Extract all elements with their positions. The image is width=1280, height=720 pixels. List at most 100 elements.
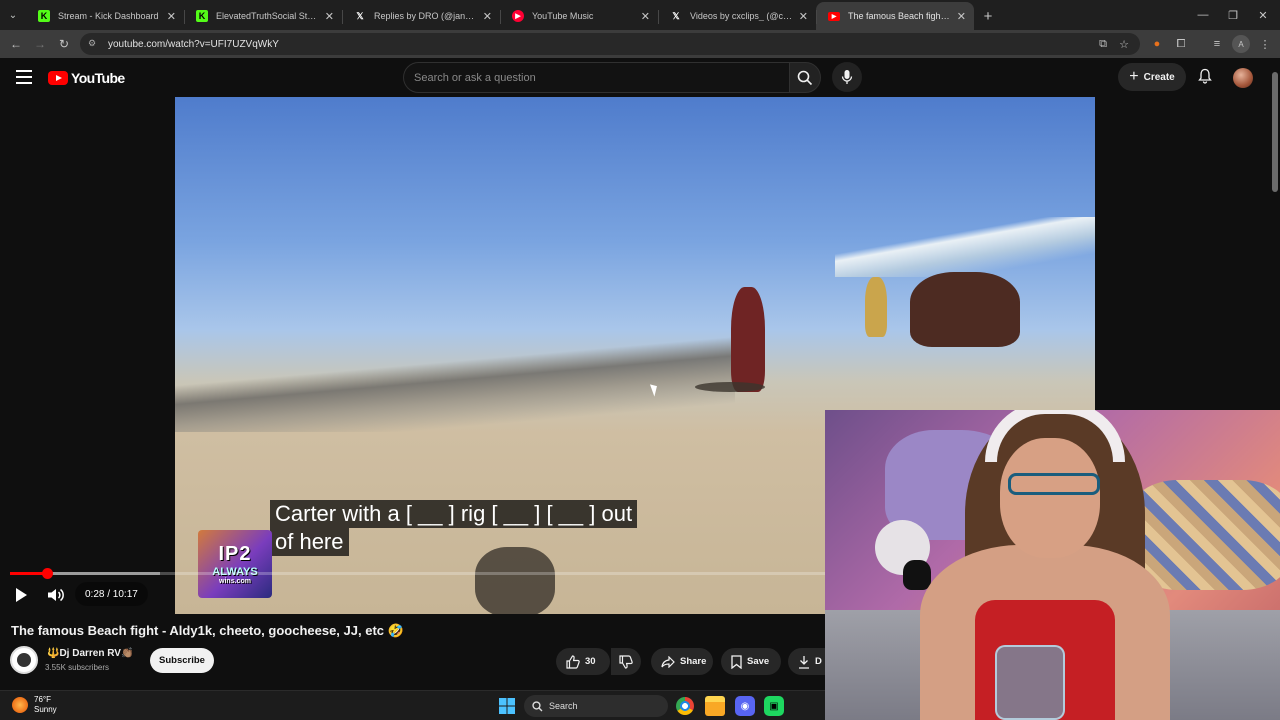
save-button[interactable]: Save bbox=[721, 648, 781, 675]
install-app-icon[interactable]: ⧉ bbox=[1094, 35, 1112, 53]
search-placeholder: Search or ask a question bbox=[414, 71, 536, 84]
weather-condition: Sunny bbox=[34, 705, 57, 714]
youtube-logo[interactable]: YouTube bbox=[48, 70, 125, 86]
scrollbar-thumb[interactable] bbox=[1272, 72, 1278, 192]
new-tab-button[interactable]: + bbox=[974, 2, 1002, 30]
profile-icon[interactable]: A bbox=[1232, 35, 1250, 53]
x-icon: 𝕏 bbox=[672, 10, 680, 21]
youtube-music-icon: ▶ bbox=[512, 10, 524, 22]
file-explorer-icon[interactable] bbox=[705, 696, 725, 716]
plus-icon: + bbox=[1129, 68, 1139, 85]
channel-watermark-logo[interactable]: IP2 ALWAYS wins.com bbox=[198, 530, 272, 598]
shadow bbox=[475, 547, 555, 614]
reload-icon[interactable]: ↻ bbox=[52, 32, 76, 56]
notifications-button[interactable] bbox=[1195, 65, 1215, 87]
restore-icon[interactable]: ❐ bbox=[1218, 0, 1248, 30]
pillow bbox=[1130, 480, 1280, 590]
tab-close-icon[interactable]: ✕ bbox=[799, 10, 808, 23]
thumbs-down-icon bbox=[619, 654, 633, 669]
kick-icon: K bbox=[38, 10, 50, 22]
dislike-button[interactable] bbox=[611, 648, 641, 675]
mute-button[interactable] bbox=[46, 586, 66, 604]
kick-icon: K bbox=[196, 10, 208, 22]
browser-tab[interactable]: ▶ YouTube Music ✕ bbox=[500, 2, 658, 30]
youtube-header: YouTube Search or ask a question + Creat… bbox=[0, 58, 1280, 98]
scrubber-handle[interactable] bbox=[42, 568, 53, 579]
browser-tab[interactable]: K Stream - Kick Dashboard ✕ bbox=[26, 2, 184, 30]
like-button[interactable]: 30 bbox=[556, 648, 610, 675]
bookmark-star-icon[interactable]: ☆ bbox=[1115, 35, 1133, 53]
create-button[interactable]: + Create bbox=[1118, 63, 1186, 91]
video-progress-bar[interactable] bbox=[10, 568, 825, 579]
extensions-puzzle-icon[interactable]: ⧠ bbox=[1172, 35, 1190, 53]
beach-houses bbox=[175, 322, 735, 432]
discord-icon[interactable]: ◉ bbox=[735, 696, 755, 716]
site-info-icon[interactable]: ⚙ bbox=[88, 38, 100, 50]
play-icon bbox=[16, 588, 27, 602]
channel-name[interactable]: 🔱Dj Darren RV👏🏽 bbox=[47, 648, 133, 659]
chrome-taskbar-icon[interactable] bbox=[676, 697, 694, 715]
taskbar-search[interactable]: Search bbox=[524, 695, 668, 717]
channel-avatar[interactable] bbox=[10, 646, 38, 674]
caption-line: of here bbox=[270, 528, 349, 556]
start-button[interactable] bbox=[497, 696, 517, 716]
thumbs-up-icon bbox=[566, 654, 580, 669]
tab-title: Replies by DRO (@jandroo) / X bbox=[374, 11, 477, 21]
tab-close-icon[interactable]: ✕ bbox=[167, 10, 176, 23]
bell-icon bbox=[1198, 68, 1212, 84]
share-label: Share bbox=[680, 656, 707, 667]
ocean-surf bbox=[835, 217, 1095, 277]
tab-close-icon[interactable]: ✕ bbox=[483, 10, 492, 23]
headset bbox=[985, 410, 1125, 462]
subscribe-button[interactable]: Subscribe bbox=[150, 648, 214, 673]
browser-tab[interactable]: 𝕏 Videos by cxclips_ (@cx_clips) / ✕ bbox=[658, 2, 816, 30]
person-figure bbox=[865, 277, 887, 337]
shadow bbox=[695, 382, 765, 392]
time-text: 0:28 / 10:17 bbox=[85, 588, 138, 600]
person-figure bbox=[731, 287, 765, 392]
share-icon bbox=[661, 655, 675, 668]
account-avatar[interactable] bbox=[1233, 68, 1253, 88]
download-icon bbox=[799, 655, 809, 669]
browser-tab-active[interactable]: ▶ The famous Beach fight - Aldy1 ✕ bbox=[816, 2, 974, 30]
address-bar[interactable]: ⚙ youtube.com/watch?v=UFI7UZVqWkY bbox=[80, 33, 1140, 55]
tab-title: ElevatedTruthSocial Stream - W bbox=[216, 11, 319, 21]
media-control-icon[interactable]: ≡ bbox=[1208, 35, 1226, 53]
x-icon: 𝕏 bbox=[356, 10, 364, 21]
drink-cup bbox=[995, 645, 1065, 720]
extension-icon[interactable]: ● bbox=[1148, 35, 1166, 53]
tab-search-menu-icon[interactable]: ⌄ bbox=[0, 2, 26, 28]
tab-close-icon[interactable]: ✕ bbox=[325, 10, 334, 23]
play-button[interactable] bbox=[11, 586, 31, 604]
close-window-icon[interactable]: ✕ bbox=[1248, 0, 1278, 30]
streaming-app-icon[interactable]: ▣ bbox=[764, 696, 784, 716]
back-icon[interactable]: ← bbox=[4, 32, 28, 56]
voice-search-button[interactable] bbox=[832, 62, 862, 92]
download-button[interactable]: D bbox=[788, 648, 828, 675]
tab-title: Stream - Kick Dashboard bbox=[58, 11, 159, 21]
subscribe-label: Subscribe bbox=[159, 655, 205, 666]
forward-icon[interactable]: → bbox=[28, 32, 52, 56]
browser-tab[interactable]: 𝕏 Replies by DRO (@jandroo) / X ✕ bbox=[342, 2, 500, 30]
search-input[interactable]: Search or ask a question bbox=[403, 62, 789, 93]
watermark-text: wins.com bbox=[219, 578, 251, 585]
browser-tab-strip: ⌄ K Stream - Kick Dashboard ✕ K Elevated… bbox=[0, 0, 1280, 30]
browser-menu-icon[interactable]: ⋮ bbox=[1256, 35, 1274, 53]
subscriber-count: 3.55K subscribers bbox=[45, 663, 110, 672]
browser-tab[interactable]: K ElevatedTruthSocial Stream - W ✕ bbox=[184, 2, 342, 30]
weather-widget[interactable]: 76°F Sunny bbox=[12, 695, 57, 715]
download-label: D bbox=[815, 656, 822, 667]
youtube-icon: ▶ bbox=[828, 11, 840, 21]
menu-icon[interactable] bbox=[16, 70, 32, 84]
glasses bbox=[1008, 473, 1100, 495]
temperature: 76°F bbox=[34, 695, 51, 704]
tab-close-icon[interactable]: ✕ bbox=[641, 10, 650, 23]
share-button[interactable]: Share bbox=[651, 648, 713, 675]
youtube-play-logo-icon bbox=[48, 71, 68, 85]
search-button[interactable] bbox=[789, 62, 821, 93]
time-display: 0:28 / 10:17 bbox=[75, 582, 148, 606]
minimize-icon[interactable]: — bbox=[1188, 0, 1218, 30]
watermark-text: IP2 bbox=[218, 543, 252, 565]
logo-text: YouTube bbox=[71, 70, 125, 86]
tab-close-icon[interactable]: ✕ bbox=[957, 10, 966, 23]
